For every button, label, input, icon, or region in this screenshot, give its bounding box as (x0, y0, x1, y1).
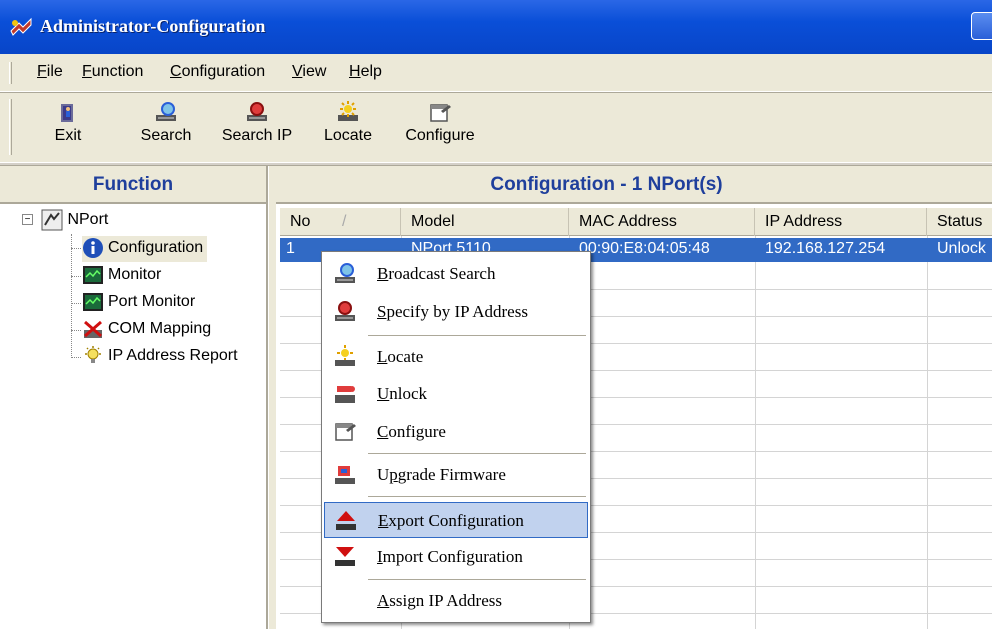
unlock-icon (335, 386, 355, 403)
tree-line (71, 248, 81, 249)
specify-ip-icon (335, 301, 355, 321)
tree-item-port-monitor[interactable]: Port Monitor (82, 290, 195, 316)
toolbar-grip (9, 99, 12, 155)
menu-item-export-configuration[interactable]: Export Configuration (324, 502, 588, 538)
column-header-mac[interactable]: MAC Address (569, 208, 755, 236)
minimize-button[interactable] (971, 12, 992, 40)
configure-button[interactable]: Configure (400, 101, 480, 157)
cell-status: Unlock (937, 240, 986, 257)
tree-item-configuration[interactable]: Configuration (82, 236, 208, 262)
menu-item-specify-ip[interactable]: Specify by IP Address (324, 294, 588, 330)
search-button[interactable]: Search (132, 101, 200, 157)
upgrade-firmware-icon (335, 466, 355, 484)
menu-item-assign-ip[interactable]: Assign IP Address (324, 583, 588, 619)
menu-item-upgrade-firmware[interactable]: Upgrade Firmware (324, 457, 588, 493)
tree-line (71, 330, 81, 331)
toolbar: Exit Search Search IP Locate Configure (0, 92, 992, 162)
lightbulb-icon (85, 345, 101, 363)
menu-item-broadcast-search[interactable]: Broadcast Search (324, 256, 588, 292)
tree-item-com-mapping[interactable]: COM Mapping (82, 317, 211, 343)
column-header-status[interactable]: Status (927, 208, 992, 236)
port-monitor-icon (83, 292, 103, 311)
configuration-header: Configuration - 1 NPort(s) (276, 166, 992, 204)
locate-button[interactable]: Locate (318, 101, 378, 157)
menu-function[interactable]: Function (82, 63, 143, 81)
pane-splitter[interactable] (268, 166, 276, 629)
search-icon (156, 102, 176, 121)
menu-separator (368, 335, 586, 337)
app-icon (10, 17, 32, 36)
column-header-no[interactable]: No / (280, 208, 401, 236)
menu-file[interactable]: File (37, 63, 63, 81)
menu-separator (368, 453, 586, 455)
menu-item-unlock[interactable]: Unlock (324, 376, 588, 412)
nport-icon (41, 209, 63, 231)
menu-help[interactable]: Help (349, 63, 382, 81)
search-ip-button[interactable]: Search IP (215, 101, 299, 157)
collapse-icon[interactable]: − (22, 214, 33, 226)
com-mapping-icon (84, 320, 102, 338)
function-header: Function (0, 166, 266, 204)
tree-item-monitor[interactable]: Monitor (82, 263, 161, 289)
menu-configuration[interactable]: Configuration (170, 63, 265, 81)
configure-icon (335, 423, 356, 441)
exit-icon (61, 104, 73, 122)
menu-bar: File Function Configuration View Help (0, 54, 992, 92)
monitor-icon (83, 265, 103, 284)
title-bar[interactable]: Administrator-Configuration (0, 0, 992, 54)
table-header: No / Model MAC Address IP Address Status (280, 208, 992, 236)
locate-icon (338, 101, 358, 121)
menu-item-locate[interactable]: Locate (324, 339, 588, 375)
sort-indicator-icon: / (342, 213, 347, 230)
menu-separator (368, 579, 586, 581)
menu-view[interactable]: View (292, 63, 326, 81)
function-pane: Function − NPort Configuration Monitor P… (0, 166, 268, 629)
context-menu: Broadcast Search Specify by IP Address L… (321, 251, 591, 623)
app-window: Administrator-Configuration File Functio… (0, 0, 992, 629)
tree-root-nport[interactable]: − NPort (22, 208, 108, 234)
tree-item-ip-address-report[interactable]: IP Address Report (82, 344, 238, 370)
broadcast-search-icon (335, 263, 355, 283)
tree-line (71, 357, 81, 358)
menubar-grip (9, 62, 12, 84)
window-title: Administrator-Configuration (40, 16, 266, 36)
menu-item-import-configuration[interactable]: Import Configuration (324, 539, 588, 575)
info-icon (83, 237, 103, 258)
menu-item-configure[interactable]: Configure (324, 414, 588, 450)
cell-ip: 192.168.127.254 (765, 240, 886, 257)
tree-line (71, 234, 72, 358)
import-config-icon (335, 547, 355, 566)
search-ip-icon (247, 102, 267, 121)
configure-icon (430, 104, 451, 122)
tree-line (71, 303, 81, 304)
locate-icon (335, 345, 355, 366)
export-config-icon (336, 511, 356, 530)
column-header-ip[interactable]: IP Address (755, 208, 927, 236)
exit-button[interactable]: Exit (48, 101, 88, 157)
tree-line (71, 276, 81, 277)
cell-mac: 00:90:E8:04:05:48 (579, 240, 710, 257)
cell-no: 1 (286, 240, 295, 257)
menu-separator (368, 496, 586, 498)
column-header-model[interactable]: Model (401, 208, 569, 236)
